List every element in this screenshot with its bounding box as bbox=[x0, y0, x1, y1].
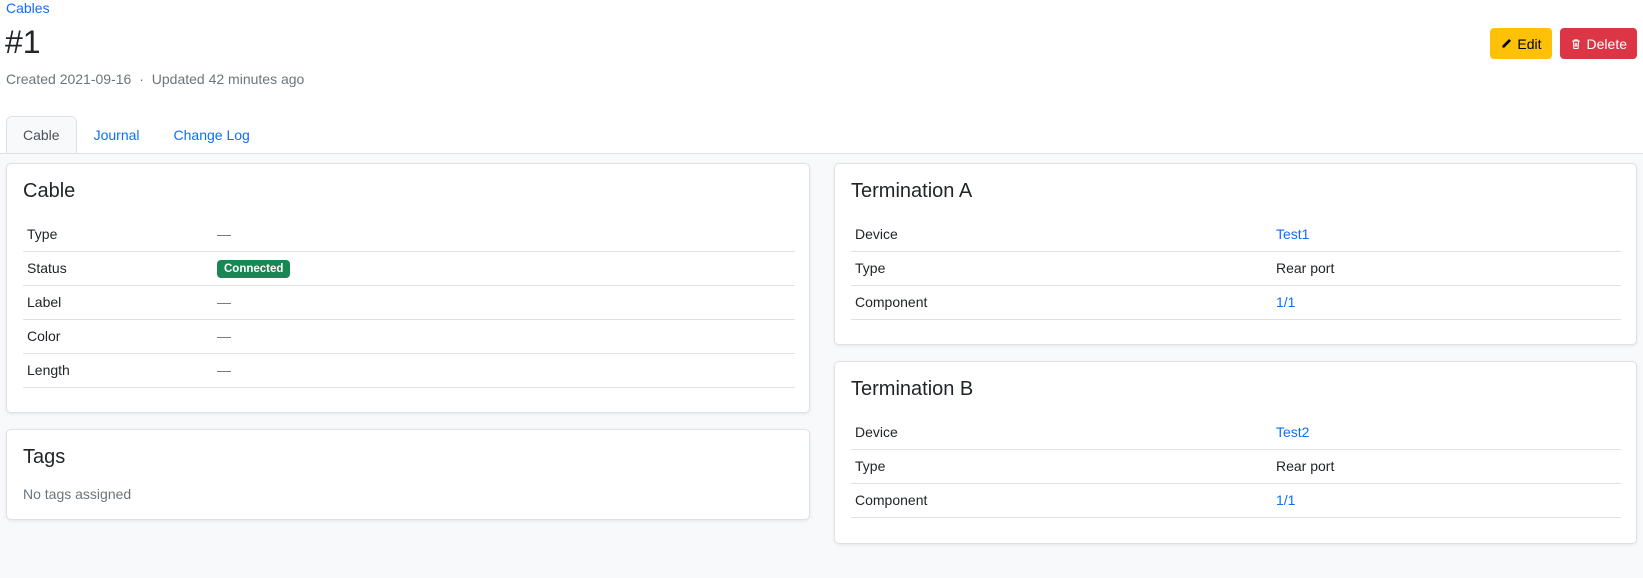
attr-label: Label bbox=[23, 285, 213, 320]
trash-icon bbox=[1571, 38, 1580, 49]
edit-button-label: Edit bbox=[1517, 35, 1542, 52]
component-link[interactable]: 1/1 bbox=[1276, 294, 1295, 310]
created-date: Created 2021-09-16 bbox=[6, 71, 132, 87]
attr-value: — bbox=[213, 217, 795, 252]
page-header: Cables #1 Created 2021-09-16 · Updated 4… bbox=[0, 0, 1643, 154]
updated-time: Updated 42 minutes ago bbox=[151, 71, 305, 87]
device-link[interactable]: Test1 bbox=[1276, 226, 1309, 242]
no-tags-text: No tags assigned bbox=[23, 486, 132, 502]
attr-value: — bbox=[213, 319, 795, 354]
tab-cable[interactable]: Cable bbox=[6, 116, 77, 154]
table-row: Label — bbox=[23, 285, 795, 320]
attr-value: Rear port bbox=[1272, 449, 1621, 484]
attr-label: Component bbox=[851, 285, 1272, 320]
table-row: Type — bbox=[23, 217, 795, 252]
table-row: Type Rear port bbox=[851, 251, 1621, 286]
table-row: Component 1/1 bbox=[851, 285, 1621, 320]
attr-label: Device bbox=[851, 415, 1272, 450]
tags-card: Tags No tags assigned bbox=[6, 429, 810, 520]
tab-content: Cable Type — Status Connected Label — Co… bbox=[0, 154, 1643, 578]
component-link[interactable]: 1/1 bbox=[1276, 492, 1295, 508]
edit-button[interactable]: Edit bbox=[1490, 28, 1552, 59]
attr-value: — bbox=[213, 353, 795, 388]
table-row: Color — bbox=[23, 319, 795, 354]
attr-label: Component bbox=[851, 483, 1272, 518]
meta-separator: · bbox=[139, 71, 144, 87]
attr-label: Color bbox=[23, 319, 213, 354]
termination-b-table: Device Test2 Type Rear port Component 1/… bbox=[851, 415, 1621, 518]
cable-attributes-table: Type — Status Connected Label — Color — … bbox=[23, 217, 795, 388]
termination-a-title: Termination A bbox=[851, 180, 973, 202]
attr-label: Device bbox=[851, 217, 1272, 252]
action-buttons: Edit Delete bbox=[1490, 28, 1637, 59]
tab-journal[interactable]: Journal bbox=[77, 116, 157, 154]
cable-card: Cable Type — Status Connected Label — Co… bbox=[6, 163, 810, 413]
table-row: Type Rear port bbox=[851, 449, 1621, 484]
attr-value: — bbox=[213, 285, 795, 320]
attr-label: Status bbox=[23, 251, 213, 286]
object-meta: Created 2021-09-16 · Updated 42 minutes … bbox=[6, 71, 304, 87]
attr-label: Type bbox=[851, 251, 1272, 286]
tags-card-title: Tags bbox=[23, 446, 66, 468]
breadcrumb-cables[interactable]: Cables bbox=[6, 0, 50, 16]
table-row: Length — bbox=[23, 353, 795, 388]
termination-a-table: Device Test1 Type Rear port Component 1/… bbox=[851, 217, 1621, 320]
attr-label: Length bbox=[23, 353, 213, 388]
pencil-icon bbox=[1501, 38, 1512, 49]
tab-change-log[interactable]: Change Log bbox=[157, 116, 267, 154]
termination-b-title: Termination B bbox=[851, 378, 974, 400]
table-row: Device Test2 bbox=[851, 415, 1621, 450]
table-row: Device Test1 bbox=[851, 217, 1621, 252]
table-row: Status Connected bbox=[23, 251, 795, 286]
table-row: Component 1/1 bbox=[851, 483, 1621, 518]
attr-label: Type bbox=[851, 449, 1272, 484]
delete-button[interactable]: Delete bbox=[1559, 28, 1637, 59]
termination-b-card: Termination B Device Test2 Type Rear por… bbox=[834, 361, 1637, 544]
cable-card-title: Cable bbox=[23, 180, 76, 202]
attr-value: Rear port bbox=[1272, 251, 1621, 286]
delete-button-label: Delete bbox=[1586, 35, 1627, 52]
termination-a-card: Termination A Device Test1 Type Rear por… bbox=[834, 163, 1637, 345]
status-badge: Connected bbox=[217, 259, 291, 278]
tab-bar: Cable Journal Change Log bbox=[6, 116, 267, 154]
attr-label: Type bbox=[23, 217, 213, 252]
page-title: #1 bbox=[5, 24, 41, 60]
device-link[interactable]: Test2 bbox=[1276, 424, 1309, 440]
